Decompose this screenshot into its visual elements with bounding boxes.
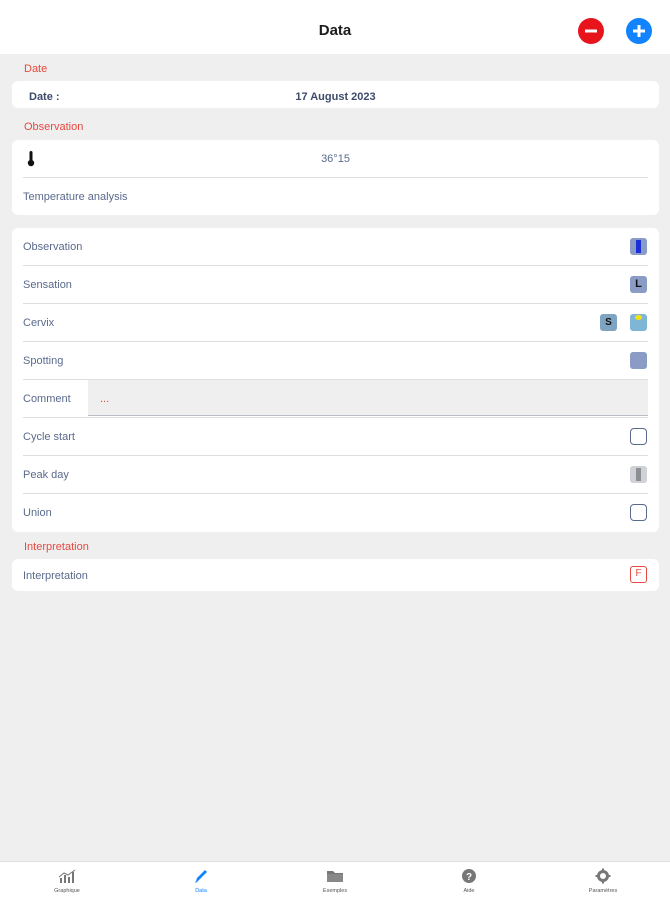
comment-row: Comment ... bbox=[12, 380, 659, 418]
section-header-interpretation: Interpretation bbox=[24, 541, 89, 553]
temperature-analysis-row[interactable]: Temperature analysis bbox=[12, 178, 659, 216]
plus-icon bbox=[633, 25, 645, 37]
sensation-label: Sensation bbox=[23, 279, 72, 291]
observations-card: Observation Sensation L Cervix S Spottin… bbox=[12, 228, 659, 532]
minus-icon bbox=[585, 29, 597, 33]
union-checkbox[interactable] bbox=[630, 504, 647, 521]
cervix-label: Cervix bbox=[23, 317, 55, 329]
gear-icon bbox=[595, 868, 611, 884]
peak-day-icon[interactable] bbox=[630, 466, 647, 483]
tab-parametres[interactable]: Paramètres bbox=[536, 862, 670, 900]
interpretation-label: Interpretation bbox=[23, 570, 88, 582]
section-header-date: Date bbox=[24, 63, 48, 75]
tab-label: Graphique bbox=[54, 888, 80, 894]
tab-label: Exemples bbox=[322, 888, 348, 894]
sensation-badge[interactable]: L bbox=[630, 276, 647, 293]
temperature-row[interactable]: 36°15 bbox=[12, 140, 659, 178]
union-label: Union bbox=[23, 507, 52, 519]
comment-label: Comment bbox=[23, 393, 71, 405]
cervix-position-icon[interactable] bbox=[630, 314, 647, 331]
peak-day-label: Peak day bbox=[23, 469, 69, 481]
section-header-observation: Observation bbox=[24, 121, 84, 133]
pencil-icon bbox=[195, 870, 207, 883]
help-icon: ? bbox=[462, 869, 476, 883]
comment-value: ... bbox=[100, 393, 110, 405]
temperature-card: 36°15 Temperature analysis bbox=[12, 140, 659, 215]
cycle-start-checkbox[interactable] bbox=[630, 428, 647, 445]
cervix-badge[interactable]: S bbox=[600, 314, 617, 331]
observation-row[interactable]: Observation bbox=[12, 228, 659, 266]
observation-mucus-icon[interactable] bbox=[630, 238, 647, 255]
comment-input[interactable]: ... bbox=[88, 380, 648, 416]
date-card[interactable]: Date : 17 August 2023 bbox=[12, 81, 659, 108]
sensation-row[interactable]: Sensation L bbox=[12, 266, 659, 304]
tab-bar: Graphique Data Exemples ? Aide Paramètre… bbox=[0, 861, 670, 900]
spotting-row[interactable]: Spotting bbox=[12, 342, 659, 380]
svg-text:?: ? bbox=[466, 872, 472, 883]
date-value[interactable]: 17 August 2023 bbox=[12, 91, 659, 103]
cervix-row[interactable]: Cervix S bbox=[12, 304, 659, 342]
cycle-start-row[interactable]: Cycle start bbox=[12, 418, 659, 456]
folder-icon bbox=[327, 871, 343, 882]
tab-label: Data bbox=[195, 888, 207, 894]
peak-day-row[interactable]: Peak day bbox=[12, 456, 659, 494]
spotting-icon[interactable] bbox=[630, 352, 647, 369]
temperature-value[interactable]: 36°15 bbox=[12, 153, 659, 165]
interpretation-row[interactable]: Interpretation F bbox=[12, 559, 659, 591]
cycle-start-label: Cycle start bbox=[23, 431, 75, 443]
navigation-bar: Data bbox=[0, 0, 670, 54]
temperature-analysis-label: Temperature analysis bbox=[23, 191, 128, 203]
page-title: Data bbox=[318, 22, 352, 39]
tab-data[interactable]: Data bbox=[134, 862, 268, 900]
tab-label: Paramètres bbox=[588, 888, 618, 894]
tab-aide[interactable]: ? Aide bbox=[402, 862, 536, 900]
tab-graphique[interactable]: Graphique bbox=[0, 862, 134, 900]
tab-label: Aide bbox=[463, 888, 475, 894]
chart-icon bbox=[58, 869, 76, 883]
tab-exemples[interactable]: Exemples bbox=[268, 862, 402, 900]
spotting-label: Spotting bbox=[23, 355, 64, 367]
interpretation-card: Interpretation F bbox=[12, 559, 659, 591]
remove-entry-button[interactable] bbox=[578, 18, 604, 44]
union-row[interactable]: Union bbox=[12, 494, 659, 532]
interpretation-badge[interactable]: F bbox=[630, 566, 647, 583]
add-entry-button[interactable] bbox=[626, 18, 652, 44]
observation-label: Observation bbox=[23, 241, 83, 253]
